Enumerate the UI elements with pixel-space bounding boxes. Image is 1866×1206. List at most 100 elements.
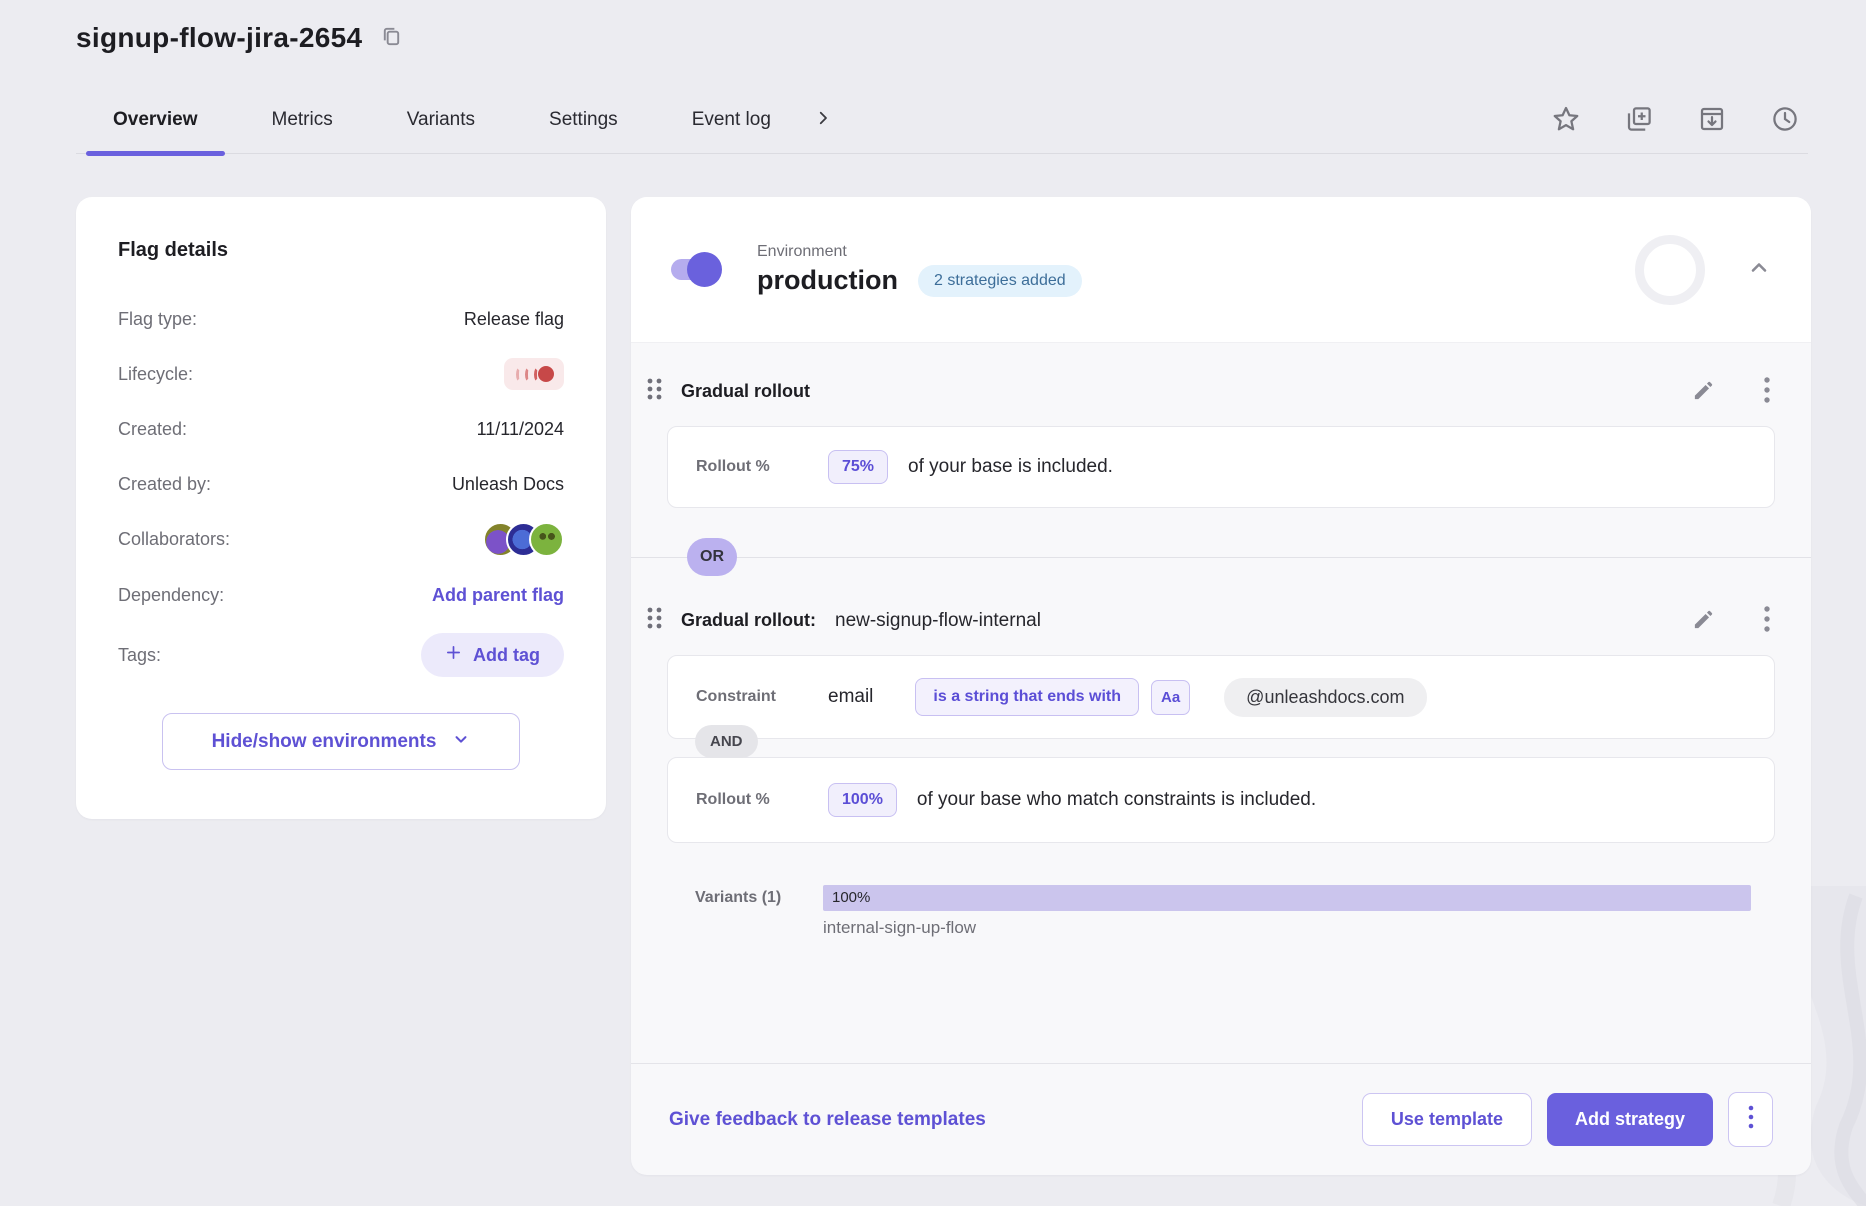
flag-type-row: Flag type: Release flag <box>118 302 564 336</box>
strategy-2-title: Gradual rollout: <box>681 610 816 631</box>
edit-strategy-button[interactable] <box>1692 608 1715 634</box>
strategy-2-name: new-signup-flow-internal <box>835 610 1041 632</box>
collaborators-label: Collaborators: <box>118 529 230 550</box>
environment-label: Environment <box>757 243 1082 261</box>
constraint-field: email <box>828 686 873 708</box>
constraint-operator-badge: is a string that ends with <box>915 678 1139 716</box>
kebab-icon <box>1763 375 1771 408</box>
plus-icon <box>445 644 462 666</box>
collapse-environment-button[interactable] <box>1747 256 1771 283</box>
kebab-icon <box>1763 604 1771 637</box>
constraint-value-pill: @unleashdocs.com <box>1224 678 1426 717</box>
strategy-1-title: Gradual rollout <box>681 381 810 402</box>
use-template-button[interactable]: Use template <box>1362 1093 1532 1146</box>
collaborator-avatars[interactable] <box>483 522 564 557</box>
strategy-menu-button[interactable] <box>1763 604 1771 637</box>
star-icon <box>1551 104 1581 134</box>
tags-row: Tags: Add tag <box>118 633 564 677</box>
strategy-1-rollout-card: Rollout % 75% of your base is included. <box>667 426 1775 508</box>
created-label: Created: <box>118 419 187 440</box>
rollout-percentage-badge: 100% <box>828 783 897 817</box>
flag-details-panel: Flag details Flag type: Release flag Lif… <box>76 197 606 819</box>
dependency-row: Dependency: Add parent flag <box>118 578 564 612</box>
favorite-button[interactable] <box>1551 104 1581 134</box>
tabs-overflow-button[interactable] <box>814 109 832 130</box>
copy-flag-button[interactable] <box>1624 104 1654 134</box>
case-sensitive-badge: Aa <box>1151 680 1190 715</box>
strategy-2-body: Constraint email is a string that ends w… <box>631 655 1811 843</box>
variant-name: internal-sign-up-flow <box>823 918 1751 938</box>
duplicate-add-icon <box>1624 104 1654 134</box>
dependency-label: Dependency: <box>118 585 224 606</box>
flag-type-value: Release flag <box>464 309 564 330</box>
environment-toggle[interactable] <box>671 259 719 280</box>
archive-button[interactable] <box>1697 104 1727 134</box>
add-strategy-button[interactable]: Add strategy <box>1547 1093 1713 1146</box>
created-by-row: Created by: Unleash Docs <box>118 467 564 501</box>
environment-footer: Give feedback to release templates Use t… <box>631 1063 1811 1175</box>
rollout-percentage-badge: 75% <box>828 450 888 484</box>
drag-handle-icon[interactable] <box>645 376 664 407</box>
environment-header: Environment production 2 strategies adde… <box>631 197 1811 343</box>
lifecycle-wave-icon <box>525 367 532 382</box>
constraint-card: Constraint email is a string that ends w… <box>667 655 1775 739</box>
more-actions-button[interactable] <box>1728 1092 1773 1147</box>
drag-handle-icon[interactable] <box>645 605 664 636</box>
clock-icon <box>1770 104 1800 134</box>
tab-overview[interactable]: Overview <box>76 86 235 154</box>
page-header: signup-flow-jira-2654 <box>76 22 403 54</box>
add-parent-flag-link[interactable]: Add parent flag <box>432 585 564 606</box>
tags-label: Tags: <box>118 645 161 666</box>
and-badge: AND <box>695 725 758 758</box>
copy-icon <box>380 25 403 51</box>
collaborator-avatar <box>529 522 564 557</box>
variant-distribution-bar: 100% <box>823 885 1751 911</box>
hide-show-environments-button[interactable]: Hide/show environments <box>162 713 520 770</box>
strategies-count-badge: 2 strategies added <box>918 265 1082 297</box>
strategy-2-rollout-card: Rollout % 100% of your base who match co… <box>667 757 1775 843</box>
history-button[interactable] <box>1770 104 1800 134</box>
tab-variants[interactable]: Variants <box>370 86 512 154</box>
lifecycle-row: Lifecycle: <box>118 357 564 391</box>
edit-strategy-button[interactable] <box>1692 379 1715 405</box>
chevron-up-icon <box>1747 256 1771 283</box>
environment-info: Environment production 2 strategies adde… <box>757 243 1082 297</box>
metrics-ring <box>1635 235 1705 305</box>
page-title: signup-flow-jira-2654 <box>76 22 362 54</box>
tab-settings[interactable]: Settings <box>512 86 655 154</box>
strategy-2-header: Gradual rollout: new-signup-flow-interna… <box>631 598 1811 655</box>
variants-label: Variants (1) <box>695 889 823 907</box>
lifecycle-label: Lifecycle: <box>118 364 193 385</box>
chevron-down-icon <box>452 730 470 754</box>
or-badge: OR <box>687 538 737 576</box>
pencil-icon <box>1692 608 1715 634</box>
lifecycle-wave-icon <box>516 367 523 382</box>
environment-name: production <box>757 265 898 296</box>
add-tag-label: Add tag <box>473 645 540 666</box>
lifecycle-live-badge[interactable] <box>504 358 564 390</box>
strategy-1-header: Gradual rollout <box>631 343 1811 426</box>
rollout-description: of your base who match constraints is in… <box>917 789 1316 811</box>
tab-metrics[interactable]: Metrics <box>235 86 370 154</box>
tab-event-log[interactable]: Event log <box>655 86 808 154</box>
environment-panel: Environment production 2 strategies adde… <box>631 197 1811 1175</box>
rollout-label: Rollout % <box>696 791 808 809</box>
collaborators-row: Collaborators: <box>118 522 564 557</box>
created-by-value: Unleash Docs <box>452 474 564 495</box>
archive-icon <box>1697 104 1727 134</box>
flag-overview-page: signup-flow-jira-2654 Overview Metrics V… <box>0 0 1866 1206</box>
lifecycle-wave-icon <box>534 367 541 382</box>
kebab-icon <box>1748 1104 1754 1135</box>
created-by-label: Created by: <box>118 474 211 495</box>
rollout-description: of your base is included. <box>908 456 1113 478</box>
feedback-link[interactable]: Give feedback to release templates <box>669 1109 986 1131</box>
strategy-menu-button[interactable] <box>1763 375 1771 408</box>
flag-details-title: Flag details <box>118 239 564 262</box>
flag-actions <box>1551 104 1800 134</box>
copy-name-button[interactable] <box>380 25 403 51</box>
created-value: 11/11/2024 <box>477 419 564 440</box>
add-tag-button[interactable]: Add tag <box>421 633 564 677</box>
created-row: Created: 11/11/2024 <box>118 412 564 446</box>
chevron-right-icon <box>814 109 832 130</box>
rollout-label: Rollout % <box>696 458 808 476</box>
